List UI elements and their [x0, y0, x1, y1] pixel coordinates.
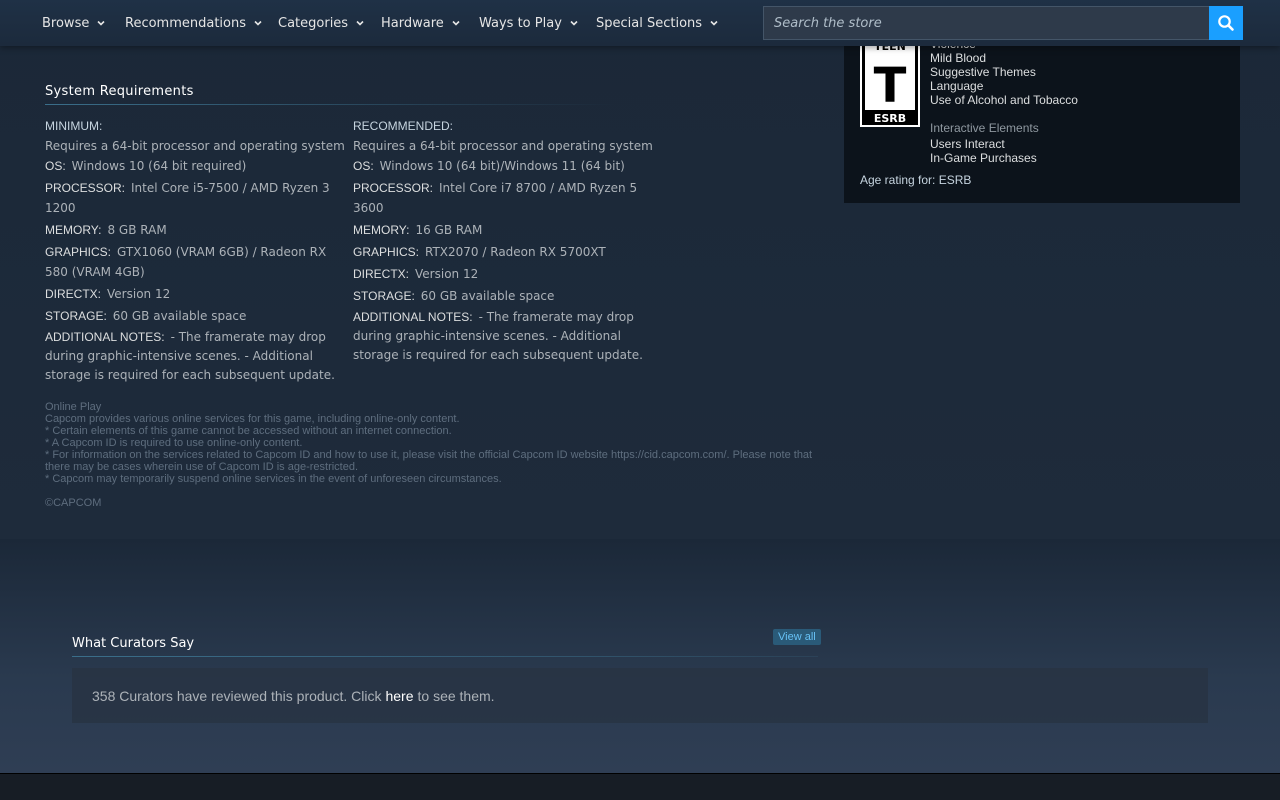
chevron-down-icon: [452, 20, 460, 26]
chevron-down-icon: [570, 20, 578, 26]
nav-categories[interactable]: Categories: [278, 0, 364, 46]
requirements-intro: Requires a 64-bit processor and operatin…: [45, 139, 345, 153]
req-directx: DIRECTX: Version 12: [45, 287, 171, 301]
chevron-down-icon: [356, 20, 364, 26]
recommended-requirements: RECOMMENDED: Requires a 64-bit processor…: [353, 116, 653, 367]
requirements-header: MINIMUM:: [45, 119, 103, 133]
page-footer: [0, 773, 1280, 800]
req-processor: PROCESSOR: Intel Core i7 8700 / AMD Ryzen…: [353, 181, 638, 215]
legal-line: * Capcom may temporarily suspend online …: [45, 473, 502, 485]
req-graphics: GRAPHICS: GTX1060 (VRAM 6GB) / Radeon RX …: [45, 245, 327, 279]
nav-hardware-label: Hardware: [381, 15, 444, 31]
legal-line: * For information on the services relate…: [45, 449, 813, 473]
chevron-down-icon: [97, 20, 105, 26]
requirements-intro: Requires a 64-bit processor and operatin…: [353, 139, 653, 153]
req-processor: PROCESSOR: Intel Core i5-7500 / AMD Ryzen…: [45, 181, 330, 215]
nav-browse[interactable]: Browse: [42, 0, 105, 46]
req-directx: DIRECTX: Version 12: [353, 267, 479, 281]
req-additional-notes: ADDITIONAL NOTES: - The framerate may dro…: [45, 330, 335, 382]
store-search-input[interactable]: [763, 6, 1209, 40]
copyright-notice: ©CAPCOM: [45, 497, 102, 509]
legal-heading: Online Play: [45, 401, 102, 413]
rating-descriptor: Suggestive Themes: [930, 65, 1036, 79]
section-divider: [45, 104, 615, 105]
req-memory: MEMORY: 8 GB RAM: [45, 223, 167, 237]
req-graphics: GRAPHICS: RTX2070 / Radeon RX 5700XT: [353, 245, 606, 259]
req-additional-notes: ADDITIONAL NOTES: - The framerate may dro…: [353, 310, 643, 362]
curators-count-text: 358 Curators have reviewed this product.…: [92, 687, 382, 704]
chevron-down-icon: [254, 20, 262, 26]
search-icon: [1218, 15, 1234, 31]
interactive-element: Users Interact: [930, 137, 1005, 151]
svg-text:T: T: [874, 58, 907, 114]
search-button[interactable]: [1209, 6, 1243, 40]
curators-summary: 358 Curators have reviewed this product.…: [72, 668, 1208, 723]
rating-descriptor: Use of Alcohol and Tobacco: [930, 93, 1078, 107]
rating-descriptor: Language: [930, 79, 984, 93]
requirements-header: RECOMMENDED:: [353, 119, 454, 133]
nav-special-sections-label: Special Sections: [596, 15, 703, 31]
nav-categories-label: Categories: [278, 15, 349, 31]
nav-browse-label: Browse: [42, 15, 90, 31]
nav-ways-to-play[interactable]: Ways to Play: [479, 0, 578, 46]
minimum-requirements: MINIMUM: Requires a 64-bit processor and…: [45, 116, 345, 387]
req-storage: STORAGE: 60 GB available space: [353, 289, 555, 303]
curators-view-all-button[interactable]: View all: [773, 629, 821, 645]
interactive-element: In-Game Purchases: [930, 151, 1037, 165]
legal-line: * Certain elements of this game cannot b…: [45, 425, 452, 437]
age-rating-source: Age rating for: ESRB: [860, 173, 972, 187]
curators-suffix-text: to see them.: [417, 687, 495, 704]
store-navbar: Browse Recommendations Categories Hardwa…: [0, 0, 1280, 46]
interactive-elements-label: Interactive Elements: [930, 121, 1039, 135]
legal-line: * A Capcom ID is required to use online-…: [45, 437, 303, 449]
system-requirements-title: System Requirements: [45, 84, 194, 99]
nav-hardware[interactable]: Hardware: [381, 0, 460, 46]
nav-ways-to-play-label: Ways to Play: [479, 15, 562, 31]
nav-special-sections[interactable]: Special Sections: [596, 0, 718, 46]
curators-here-link[interactable]: here: [385, 688, 413, 704]
req-os: OS: Windows 10 (64 bit required): [45, 159, 247, 173]
online-play-legal-notice: Online Play Capcom provides various onli…: [45, 401, 825, 485]
req-storage: STORAGE: 60 GB available space: [45, 309, 247, 323]
req-memory: MEMORY: 16 GB RAM: [353, 223, 483, 237]
nav-recommendations[interactable]: Recommendations: [125, 0, 262, 46]
req-os: OS: Windows 10 (64 bit)/Windows 11 (64 bi…: [353, 159, 625, 173]
nav-recommendations-label: Recommendations: [125, 15, 247, 31]
legal-line: Capcom provides various online services …: [45, 413, 460, 425]
rating-descriptor: Mild Blood: [930, 51, 987, 65]
curators-section-title: What Curators Say: [72, 636, 195, 651]
svg-text:ESRB: ESRB: [874, 112, 906, 125]
section-divider: [72, 656, 818, 657]
chevron-down-icon: [710, 20, 718, 26]
